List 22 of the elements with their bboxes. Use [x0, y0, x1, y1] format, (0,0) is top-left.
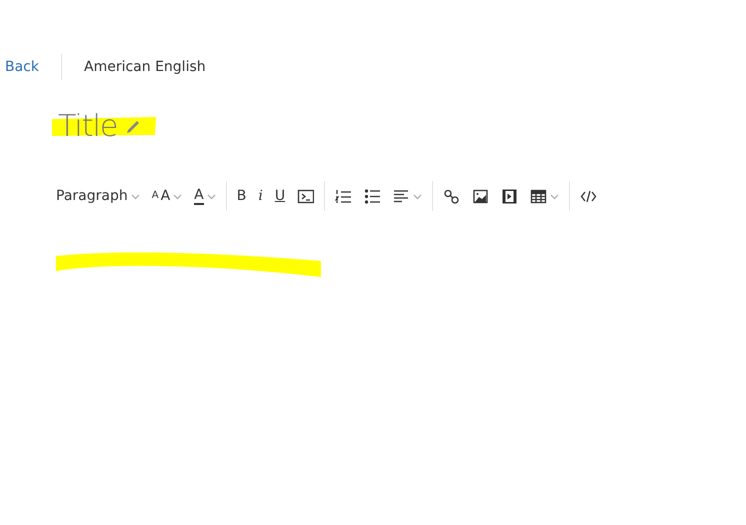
- pencil-icon[interactable]: [125, 118, 142, 134]
- link-icon: [443, 188, 460, 204]
- back-link[interactable]: Back: [0, 54, 62, 80]
- underline-button[interactable]: U: [270, 184, 290, 208]
- align-left-icon: [393, 188, 410, 204]
- caret-icon: [413, 192, 422, 200]
- table-icon: [530, 188, 548, 204]
- caret-icon: [206, 192, 216, 200]
- image-icon: [472, 188, 490, 204]
- title-text[interactable]: Title: [58, 104, 118, 149]
- format-dropdown[interactable]: Paragraph: [52, 184, 144, 208]
- italic-button[interactable]: i: [254, 184, 267, 208]
- video-icon: [501, 188, 518, 204]
- font-color-button[interactable]: A: [190, 184, 220, 208]
- code-icon: [297, 188, 314, 204]
- bullet-list-icon: [364, 188, 382, 204]
- caret-icon: [173, 192, 182, 200]
- language-label: American English: [83, 58, 206, 76]
- numbered-list-icon: [335, 188, 352, 204]
- bold-button[interactable]: B: [232, 184, 250, 208]
- caret-icon: [130, 192, 140, 200]
- caret-icon: [550, 192, 560, 200]
